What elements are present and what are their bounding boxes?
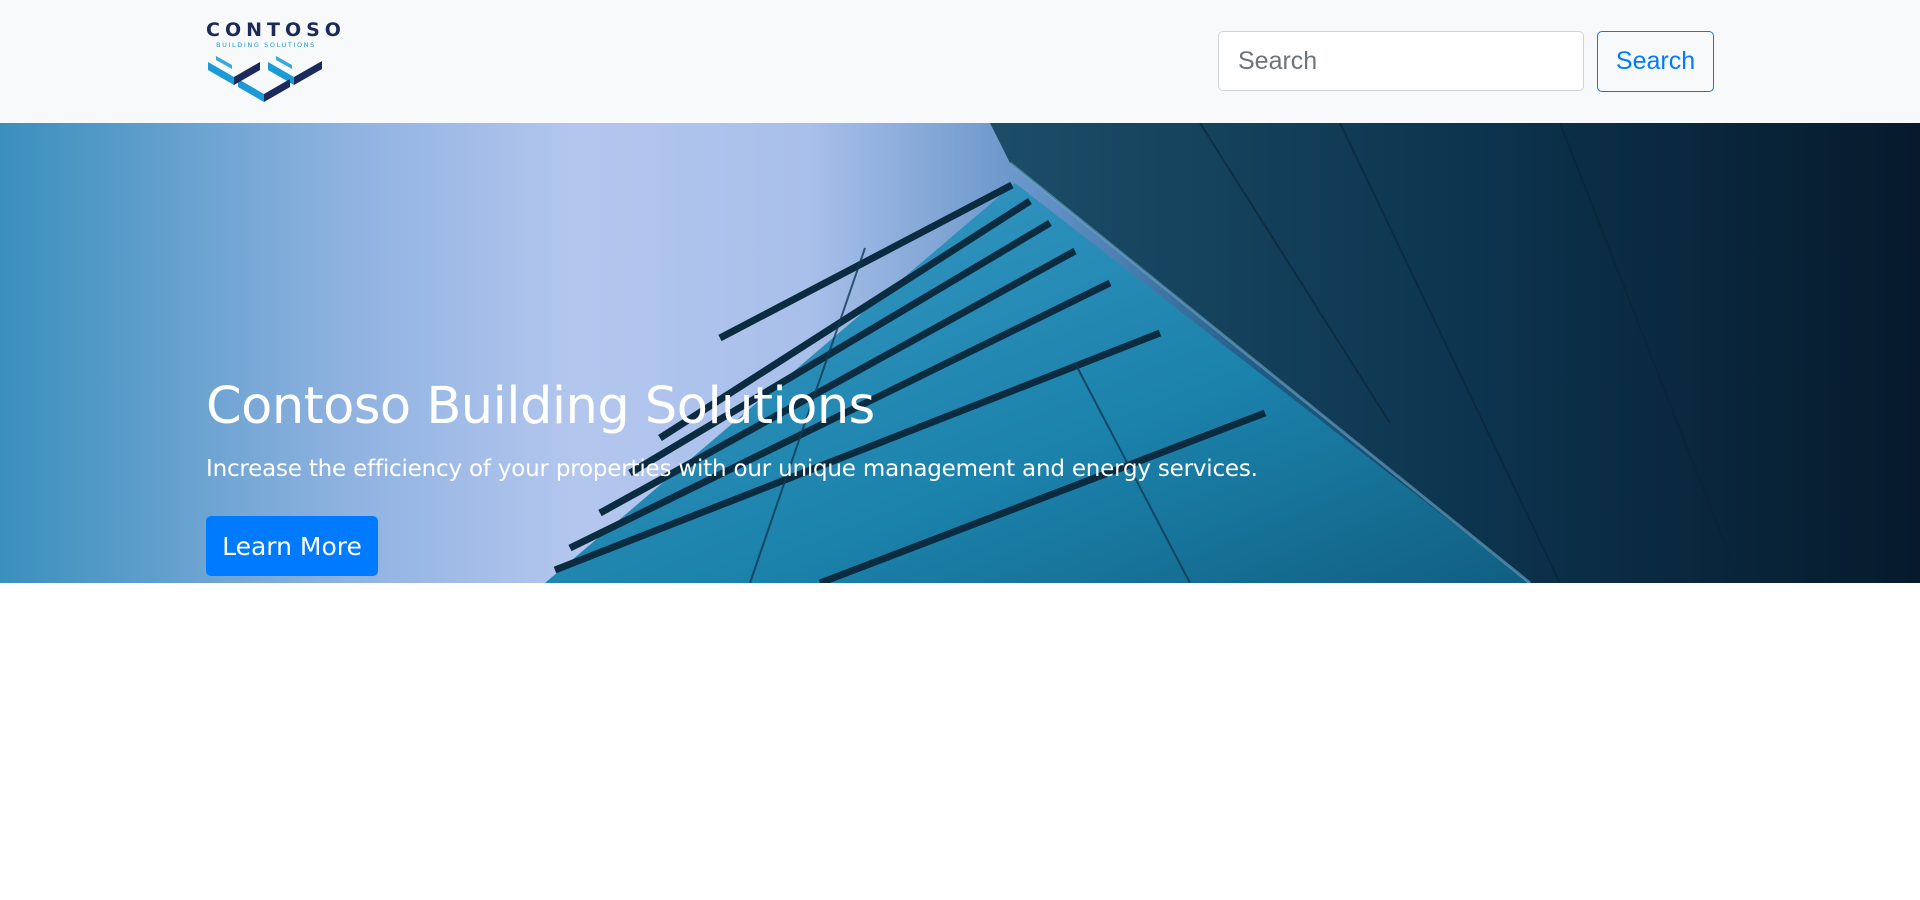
navbar: CONTOSO BUILDING SOLUTIONS Search: [0, 0, 1920, 123]
logo-wordmark: CONTOSO: [206, 19, 346, 41]
contoso-logo[interactable]: CONTOSO BUILDING SOLUTIONS: [206, 19, 346, 104]
learn-more-button[interactable]: Learn More: [206, 516, 378, 576]
hero-subtitle: Increase the efficiency of your properti…: [206, 456, 1258, 482]
logo-chevron-icon: [208, 56, 322, 102]
search-button[interactable]: Search: [1597, 31, 1714, 92]
hero-banner: Contoso Building Solutions Increase the …: [0, 123, 1920, 583]
building-background-image: [545, 123, 1920, 583]
hero-title: Contoso Building Solutions: [206, 377, 875, 436]
logo-tagline: BUILDING SOLUTIONS: [216, 41, 316, 49]
search-input[interactable]: [1218, 31, 1584, 91]
